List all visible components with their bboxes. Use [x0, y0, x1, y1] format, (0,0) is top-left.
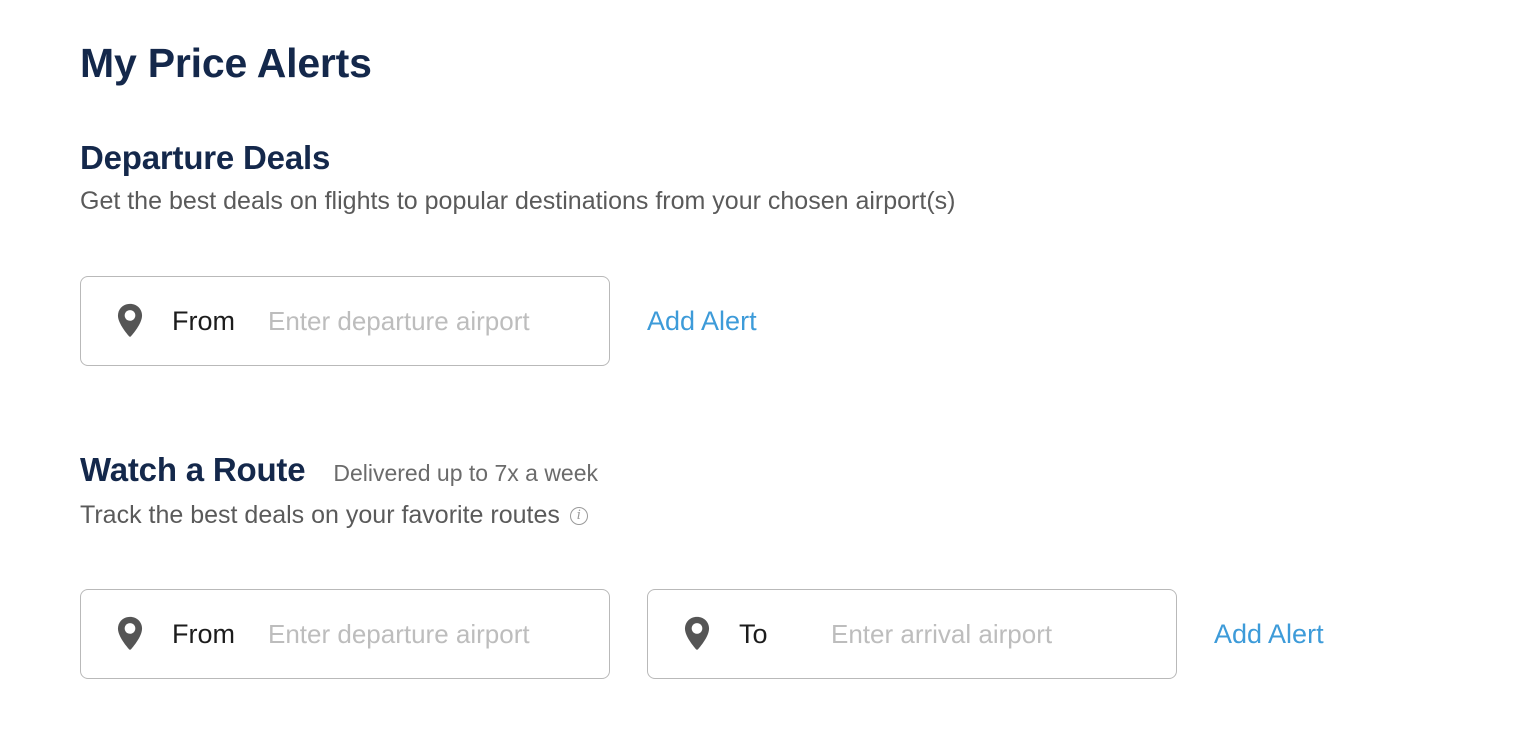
page-title: My Price Alerts	[80, 40, 372, 86]
route-from-field[interactable]: From	[80, 589, 610, 679]
location-pin-icon	[117, 616, 143, 650]
watch-route-header: Watch a Route Delivered up to 7x a week	[80, 451, 598, 489]
departure-deals-section: Departure Deals Get the best deals on fl…	[80, 139, 955, 216]
add-alert-button[interactable]: Add Alert	[647, 306, 757, 337]
to-label: To	[739, 618, 768, 649]
from-label: From	[172, 305, 235, 336]
watch-route-description-row: Track the best deals on your favorite ro…	[80, 501, 598, 530]
route-arrival-airport-input[interactable]	[831, 618, 1131, 650]
info-icon[interactable]: i	[569, 506, 588, 525]
departure-from-field[interactable]: From	[80, 276, 610, 366]
price-alerts-page: My Price Alerts Departure Deals Get the …	[80, 0, 1536, 746]
watch-route-form: From To Add Alert	[80, 589, 1324, 679]
watch-route-title: Watch a Route	[80, 451, 306, 488]
location-pin-icon	[117, 303, 143, 337]
watch-route-section: Watch a Route Delivered up to 7x a week …	[80, 451, 598, 530]
departure-deals-form: From Add Alert	[80, 276, 757, 366]
departure-deals-title: Departure Deals	[80, 139, 331, 176]
departure-airport-input[interactable]	[268, 305, 568, 337]
from-label: From	[172, 618, 235, 649]
route-departure-airport-input[interactable]	[268, 618, 568, 650]
add-route-alert-button[interactable]: Add Alert	[1214, 619, 1324, 650]
route-to-field[interactable]: To	[647, 589, 1177, 679]
location-pin-icon	[684, 616, 710, 650]
watch-route-description: Track the best deals on your favorite ro…	[80, 501, 560, 529]
watch-route-frequency: Delivered up to 7x a week	[333, 460, 599, 486]
departure-deals-description: Get the best deals on flights to popular…	[80, 187, 956, 215]
